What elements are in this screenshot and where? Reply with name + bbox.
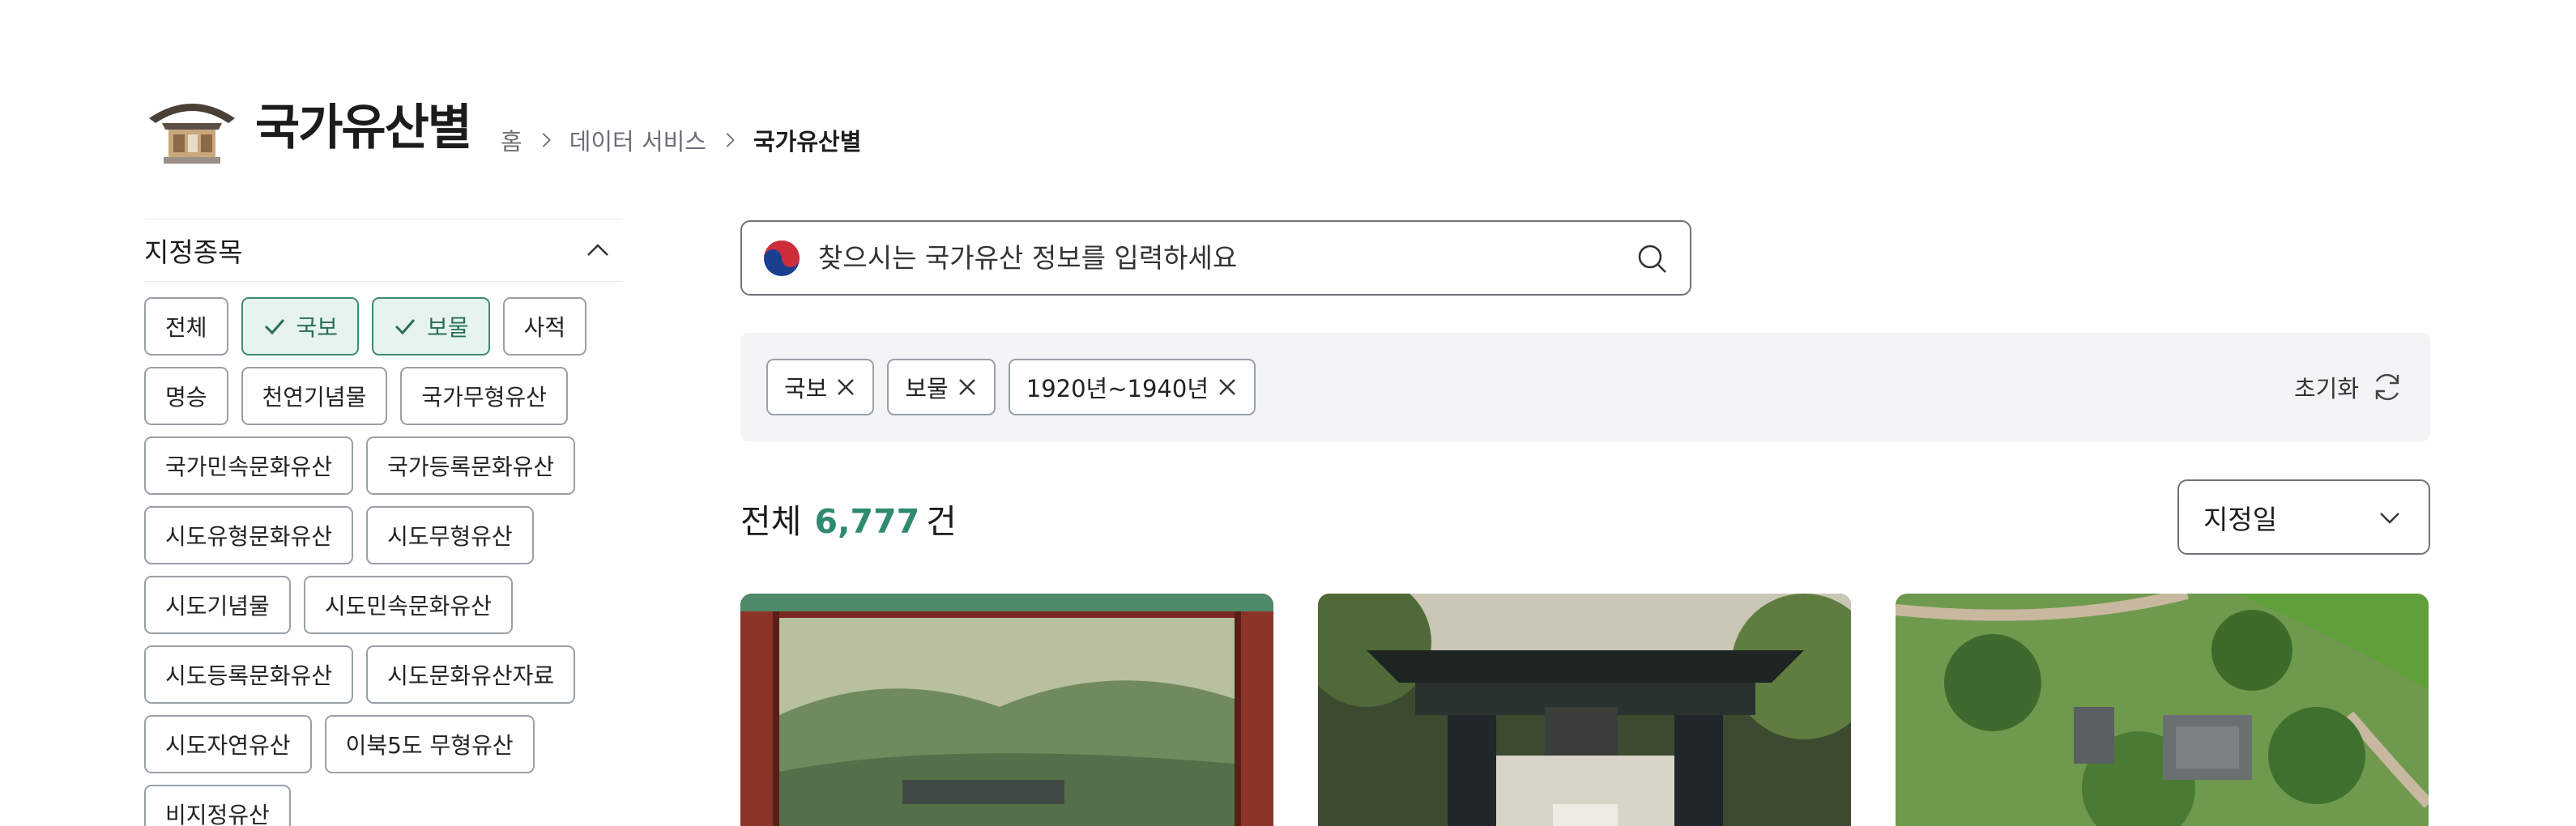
sort-value: 지정일 bbox=[2203, 503, 2278, 535]
result-count-number: 6,777 bbox=[814, 502, 920, 541]
reset-button[interactable]: 초기화 bbox=[2294, 370, 2404, 404]
chip-national-folklore[interactable]: 국가민속문화유산 bbox=[144, 436, 354, 495]
heritage-card-image[interactable] bbox=[740, 594, 1273, 826]
filter-title: 지정종목 bbox=[144, 236, 243, 268]
heritage-card-image[interactable] bbox=[1318, 594, 1851, 826]
chip-city-registered[interactable]: 시도등록문화유산 bbox=[144, 645, 354, 704]
close-icon[interactable] bbox=[957, 377, 978, 398]
sort-select[interactable]: 지정일 bbox=[2177, 479, 2430, 555]
chevron-right-icon bbox=[542, 133, 551, 147]
heritage-card-image[interactable] bbox=[1896, 594, 2429, 826]
chip-historic-site[interactable]: 사적 bbox=[502, 297, 587, 356]
active-filter-bar: 국보 보물 1920년~1940년 초기화 bbox=[740, 333, 2430, 441]
chip-city-intangible[interactable]: 시도무형유산 bbox=[366, 506, 534, 564]
chip-city-tangible[interactable]: 시도유형문화유산 bbox=[144, 506, 354, 564]
chevron-up-icon bbox=[587, 244, 608, 256]
check-icon bbox=[395, 319, 416, 335]
traditional-house-icon bbox=[144, 87, 240, 168]
chip-national-registered[interactable]: 국가등록문화유산 bbox=[366, 436, 576, 495]
chip-natural-monument[interactable]: 천연기념물 bbox=[241, 367, 388, 425]
breadcrumb-home[interactable]: 홈 bbox=[501, 123, 522, 157]
active-filter-tag[interactable]: 1920년~1940년 bbox=[1008, 359, 1256, 415]
taegeuk-icon bbox=[764, 240, 800, 276]
active-filter-tag[interactable]: 보물 bbox=[887, 359, 996, 415]
close-icon[interactable] bbox=[835, 377, 856, 398]
chip-city-heritage-material[interactable]: 시도문화유산자료 bbox=[366, 645, 576, 704]
designation-chip-list: 전체 국보 보물 사적 명승 천연기념물 국가무형유산 국가민속문화유산 국가등… bbox=[144, 297, 663, 826]
chip-national-treasure[interactable]: 국보 bbox=[241, 297, 360, 356]
chevron-down-icon bbox=[2380, 512, 2399, 524]
chip-undesignated[interactable]: 비지정유산 bbox=[144, 785, 291, 826]
chip-scenic-site[interactable]: 명승 bbox=[144, 367, 228, 425]
chip-city-monument[interactable]: 시도기념물 bbox=[144, 576, 291, 634]
chip-north-five-intangible[interactable]: 이북5도 무형유산 bbox=[324, 715, 535, 773]
chip-national-intangible[interactable]: 국가무형유산 bbox=[400, 367, 568, 425]
refresh-icon bbox=[2375, 373, 2399, 401]
breadcrumb: 홈 데이터 서비스 국가유산별 bbox=[501, 123, 861, 157]
chip-city-natural[interactable]: 시도자연유산 bbox=[144, 715, 312, 773]
check-icon bbox=[264, 319, 284, 335]
page-title: 국가유산별 bbox=[255, 100, 472, 156]
chip-city-folklore[interactable]: 시도민속문화유산 bbox=[303, 576, 513, 634]
breadcrumb-current: 국가유산별 bbox=[753, 128, 862, 155]
search-bar bbox=[740, 220, 1691, 296]
chevron-right-icon bbox=[726, 133, 735, 147]
chip-all[interactable]: 전체 bbox=[144, 297, 228, 356]
close-icon[interactable] bbox=[1217, 377, 1238, 398]
breadcrumb-data-service[interactable]: 데이터 서비스 bbox=[569, 123, 706, 157]
chip-treasure[interactable]: 보물 bbox=[372, 297, 490, 356]
search-input[interactable] bbox=[818, 242, 1623, 274]
result-count: 전체 6,777 건 bbox=[740, 502, 957, 541]
search-icon[interactable] bbox=[1635, 241, 1669, 275]
active-filter-tag[interactable]: 국보 bbox=[766, 359, 875, 415]
designation-filter-toggle[interactable]: 지정종목 bbox=[144, 219, 622, 282]
